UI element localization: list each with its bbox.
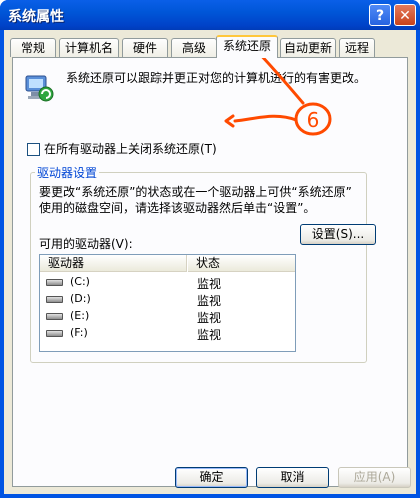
- intro-text: 系统还原可以跟踪并更正对您的计算机进行的有害更改。: [66, 71, 367, 85]
- settings-button[interactable]: 设置(S)...: [300, 224, 376, 245]
- drive-name: (F:): [70, 326, 88, 339]
- hard-drive-icon: [46, 296, 63, 303]
- hard-drive-icon: [46, 330, 63, 337]
- tab-computer-name[interactable]: 计算机名: [59, 38, 119, 57]
- column-header-drive[interactable]: 驱动器: [40, 255, 187, 272]
- drive-name: (E:): [70, 309, 90, 322]
- tab-automatic-updates[interactable]: 自动更新: [280, 38, 336, 57]
- disable-all-drives-checkbox[interactable]: [27, 143, 40, 156]
- window-title: 系统属性: [8, 9, 64, 25]
- tab-advanced[interactable]: 高级: [171, 38, 217, 57]
- tab-hardware[interactable]: 硬件: [122, 38, 168, 57]
- drives-list[interactable]: 驱动器 状态 (C:) 监视 (D:) 监视 (E:) 监视 (F:) 监视: [39, 254, 296, 352]
- drive-row-f[interactable]: (F:) 监视: [40, 325, 295, 342]
- tab-remote[interactable]: 远程: [339, 38, 375, 57]
- description-line-1: 要更改“系统还原”的状态或在一个驱动器上可供“系统还原”: [39, 185, 352, 199]
- description-line-2: 使用的磁盘空间，请选择该驱动器然后单击“设置”。: [39, 201, 316, 215]
- column-header-status[interactable]: 状态: [188, 255, 295, 272]
- hard-drive-icon: [46, 313, 63, 320]
- drive-row-e[interactable]: (E:) 监视: [40, 308, 295, 325]
- drive-settings-description: 要更改“系统还原”的状态或在一个驱动器上可供“系统还原” 使用的磁盘空间，请选择…: [39, 184, 352, 216]
- disable-all-drives-label[interactable]: 在所有驱动器上关闭系统还原(T): [44, 140, 217, 157]
- title-bar[interactable]: 系统属性 ? ✕: [0, 0, 420, 30]
- system-properties-window: 系统属性 ? ✕ 常规 计算机名 硬件 高级 系统还原 自动更新 远程 系统还原…: [0, 0, 420, 498]
- drive-settings-title: 驱动器设置: [35, 164, 100, 181]
- drive-name: (C:): [70, 275, 90, 288]
- drive-row-c[interactable]: (C:) 监视: [40, 274, 295, 291]
- help-button[interactable]: ?: [369, 4, 391, 26]
- dialog-body: 常规 计算机名 硬件 高级 系统还原 自动更新 远程 系统还原可以跟踪并更正对您…: [4, 30, 416, 494]
- drive-status: 监视: [197, 277, 222, 291]
- tab-system-restore[interactable]: 系统还原: [216, 35, 278, 58]
- drive-status: 监视: [197, 294, 222, 308]
- drive-name: (D:): [70, 292, 91, 305]
- drive-status: 监视: [197, 328, 222, 342]
- cancel-button[interactable]: 取消: [256, 467, 329, 488]
- hard-drive-icon: [46, 279, 63, 286]
- drive-status: 监视: [197, 311, 222, 325]
- drive-row-d[interactable]: (D:) 监视: [40, 291, 295, 308]
- system-restore-icon: [25, 75, 54, 102]
- close-button[interactable]: ✕: [394, 4, 416, 26]
- available-drives-label: 可用的驱动器(V):: [39, 237, 133, 251]
- ok-button[interactable]: 确定: [175, 467, 248, 488]
- tab-general[interactable]: 常规: [10, 38, 56, 57]
- apply-button[interactable]: 应用(A): [338, 467, 411, 488]
